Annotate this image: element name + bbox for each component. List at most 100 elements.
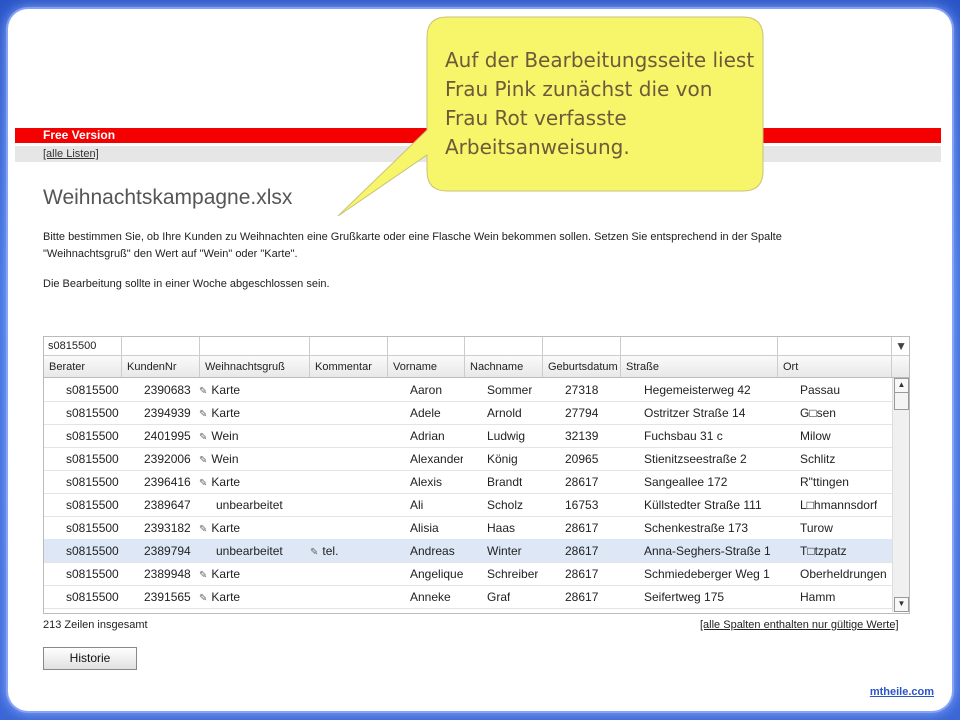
table-row[interactable]: s0815500 2389794 unbearbeitet ✎ tel. Andreas W… (44, 539, 892, 563)
cell-ort: Passau (800, 383, 841, 397)
column-header-vorname[interactable]: Vorname (388, 356, 465, 377)
table-row[interactable]: s0815500 2389948 ✎ Karte Angelique Schreiber 2… (44, 562, 892, 586)
table-row[interactable]: s0815500 2396416 ✎ Karte Alexis Brandt 28617 Sa… (44, 470, 892, 494)
cell-berater: s0815500 (66, 475, 119, 489)
cell-weihnachtsgruss[interactable]: unbearbeitet (216, 544, 283, 558)
cell-strasse: Küllstedter Straße 111 (644, 498, 762, 512)
cell-geburtsdatum: 20965 (565, 452, 599, 466)
column-header-kundennr[interactable]: KundenNr (122, 356, 200, 377)
valid-values-link[interactable]: [alle Spalten enthalten nur gültige Wert… (700, 619, 899, 631)
cell-geburtsdatum: 32139 (565, 429, 599, 443)
scroll-up-button[interactable]: ▲ (894, 378, 909, 393)
page-title: Weihnachtskampagne.xlsx (43, 186, 293, 209)
table-row[interactable]: s0815500 2391565 ✎ Karte Anneke Graf 28617 Seif… (44, 585, 892, 609)
data-grid: s0815500 ▼ Berater KundenNr Weihnachtsgruß… (43, 336, 910, 614)
table-row[interactable]: s0815500 2401995 ✎ Wein Adrian Ludwig 32139 Fuc… (44, 424, 892, 448)
cell-strasse: Seifertweg 175 (644, 590, 725, 604)
cell-vorname: Alisia (410, 521, 439, 535)
cell-weihnachtsgruss[interactable]: unbearbeitet (216, 498, 283, 512)
edit-pencil-icon[interactable]: ✎ (199, 524, 207, 535)
cell-weihnachtsgruss[interactable]: ✎ Karte (199, 590, 240, 604)
table-row[interactable]: s0815500 2392006 ✎ Wein Alexander König 20965 S… (44, 447, 892, 471)
cell-berater: s0815500 (66, 383, 119, 397)
cell-weihnachtsgruss[interactable]: ✎ Karte (199, 521, 240, 535)
cell-berater: s0815500 (66, 452, 119, 466)
cell-nachname: Ludwig (487, 429, 526, 443)
edit-pencil-icon[interactable]: ✎ (199, 386, 207, 397)
vertical-scrollbar[interactable]: ▲ ▼ (892, 378, 909, 612)
cell-nachname: Sommer (487, 383, 533, 397)
column-header-kommentar[interactable]: Kommentar (310, 356, 388, 377)
all-lists-link[interactable]: [alle Listen] (43, 148, 99, 160)
cell-strasse: Sangeallee 172 (644, 475, 728, 489)
edit-pencil-icon[interactable]: ✎ (199, 593, 207, 604)
cell-weihnachtsgruss[interactable]: ✎ Karte (199, 475, 240, 489)
cell-geburtsdatum: 28617 (565, 590, 599, 604)
column-header-weihnachtsgruss[interactable]: Weihnachtsgruß (200, 356, 310, 377)
filter-funnel-icon[interactable]: ▼ (895, 339, 907, 353)
column-header-geburtsdatum[interactable]: Geburtsdatum (543, 356, 621, 377)
filter-ort[interactable] (778, 337, 892, 355)
cell-ort: Hamm (800, 590, 836, 604)
cell-strasse: Anna-Seghers-Straße 1 (644, 544, 771, 558)
filter-strasse[interactable] (621, 337, 778, 355)
filter-vorname[interactable] (388, 337, 465, 355)
cell-berater: s0815500 (66, 521, 119, 535)
edit-pencil-icon[interactable]: ✎ (199, 432, 207, 443)
cell-berater: s0815500 (66, 406, 119, 420)
history-button[interactable]: Historie (43, 647, 137, 670)
cell-strasse: Schenkestraße 173 (644, 521, 749, 535)
cell-kommentar[interactable]: ✎ tel. (310, 544, 338, 558)
cell-nachname: Haas (487, 521, 516, 535)
cell-ort: Milow (800, 429, 831, 443)
callout-line1: Auf der Bearbeitungsseite liest (445, 48, 755, 72)
cell-weihnachtsgruss[interactable]: ✎ Wein (199, 429, 239, 443)
cell-nachname: Graf (487, 590, 511, 604)
cell-ort: Turow (800, 521, 833, 535)
cell-geburtsdatum: 28617 (565, 521, 599, 535)
column-header-strasse[interactable]: Straße (621, 356, 778, 377)
cell-weihnachtsgruss[interactable]: ✎ Wein (199, 452, 239, 466)
column-header-berater[interactable]: Berater (44, 356, 122, 377)
cell-weihnachtsgruss[interactable]: ✎ Karte (199, 567, 240, 581)
free-version-label: Free Version (43, 128, 116, 142)
callout-text: Auf der Bearbeitungsseite liest Frau Pin… (445, 46, 765, 162)
edit-pencil-icon[interactable]: ✎ (199, 409, 207, 420)
filter-berater[interactable]: s0815500 (44, 337, 122, 355)
cell-ort: L□hmannsdorf (800, 498, 878, 512)
table-row[interactable]: s0815500 2394939 ✎ Karte Adele Arnold 27794 Ost… (44, 401, 892, 425)
filter-kundennr[interactable] (122, 337, 200, 355)
scroll-thumb[interactable] (894, 392, 909, 410)
cell-weihnachtsgruss[interactable]: ✎ Karte (199, 406, 240, 420)
table-row[interactable]: s0815500 2389647 unbearbeitet Ali Scholz 1675… (44, 493, 892, 517)
cell-geburtsdatum: 16753 (565, 498, 599, 512)
column-header-nachname[interactable]: Nachname (465, 356, 543, 377)
mtheile-logo-link[interactable]: mtheile.com (870, 686, 934, 698)
cell-berater: s0815500 (66, 498, 119, 512)
cell-nachname: König (487, 452, 518, 466)
scroll-down-button[interactable]: ▼ (894, 597, 909, 612)
edit-pencil-icon[interactable]: ✎ (310, 547, 318, 558)
column-header-ort[interactable]: Ort (778, 356, 892, 377)
filter-geburtsdatum[interactable] (543, 337, 621, 355)
cell-weihnachtsgruss[interactable]: ✎ Karte (199, 383, 240, 397)
cell-vorname: Andreas (410, 544, 455, 558)
callout-line4: Arbeitsanweisung. (445, 135, 630, 159)
cell-nachname: Arnold (487, 406, 522, 420)
table-row[interactable]: s0815500 2393182 ✎ Karte Alisia Haas 28617 Sche… (44, 516, 892, 540)
cell-ort: Schlitz (800, 452, 836, 466)
filter-nachname[interactable] (465, 337, 543, 355)
filter-kommentar[interactable] (310, 337, 388, 355)
filter-weihnachtsgruss[interactable] (200, 337, 310, 355)
table-row[interactable]: s0815500 2390683 ✎ Karte Aaron Sommer 27318 Heg… (44, 378, 892, 402)
instructions-line1: Bitte bestimmen Sie, ob Ihre Kunden zu W… (43, 231, 782, 243)
cell-vorname: Alexander (410, 452, 463, 466)
edit-pencil-icon[interactable]: ✎ (199, 570, 207, 581)
edit-pencil-icon[interactable]: ✎ (199, 455, 207, 466)
instructions-line2: "Weihnachtsgruß" den Wert auf "Wein" ode… (43, 248, 298, 260)
cell-vorname: Aaron (410, 383, 443, 397)
edit-pencil-icon[interactable]: ✎ (199, 478, 207, 489)
cell-berater: s0815500 (66, 429, 119, 443)
cell-vorname: Alexis (410, 475, 443, 489)
cell-kundennr: 2389647 (144, 498, 191, 512)
